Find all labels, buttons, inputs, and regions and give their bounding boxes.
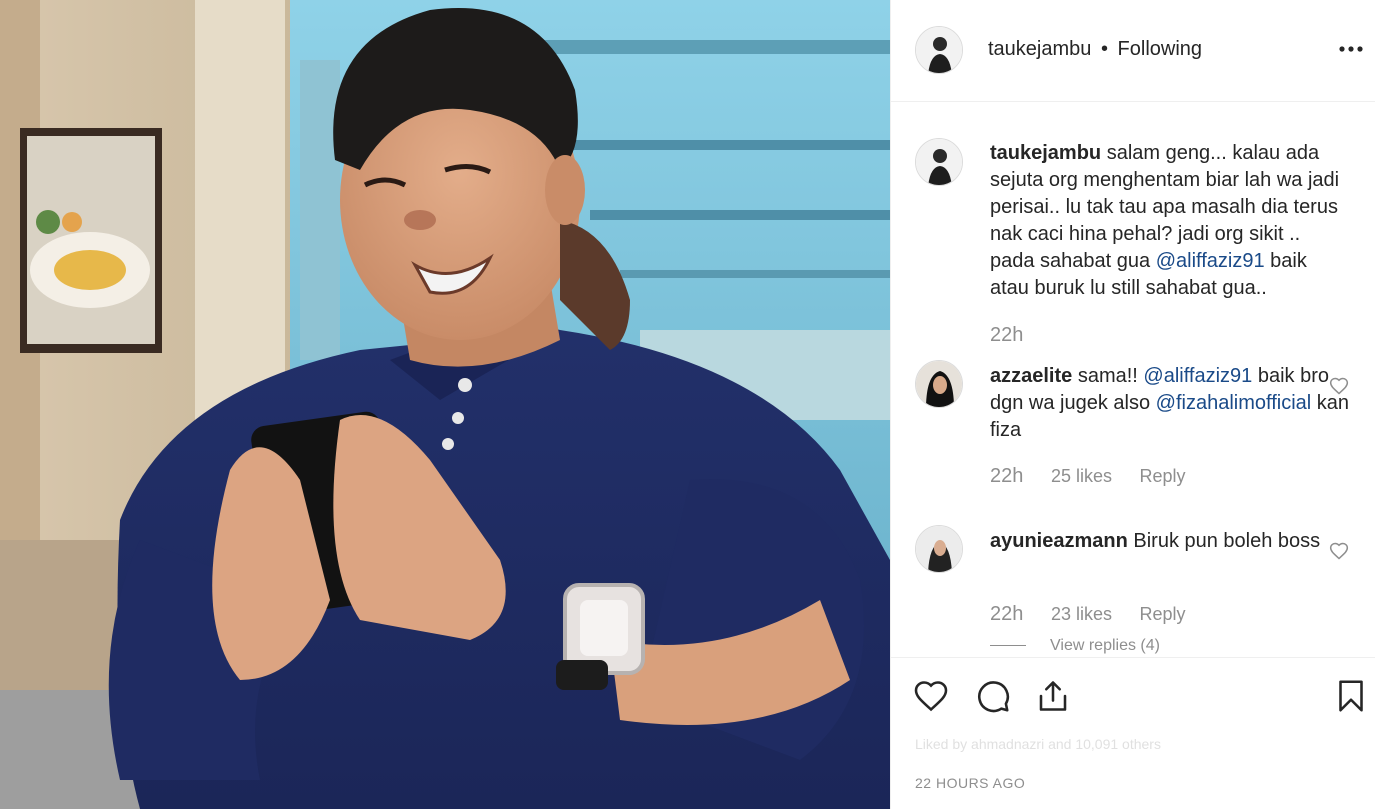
bookmark-icon[interactable] — [1333, 678, 1369, 714]
liked-by-text[interactable]: Liked by ahmadnazri and 10,091 others — [915, 736, 1355, 754]
comment-meta: 22h 25 likes Reply — [990, 465, 1208, 488]
caption-username[interactable]: taukejambu — [990, 142, 1101, 164]
caption-text: taukejambu salam geng... kalau ada sejut… — [990, 140, 1350, 302]
view-replies-line — [990, 645, 1026, 647]
comment-body: Biruk pun boleh boss — [1127, 530, 1321, 552]
caption-avatar[interactable] — [915, 138, 963, 186]
post-photo[interactable] — [0, 0, 890, 809]
more-options-icon[interactable] — [1338, 36, 1364, 62]
post-actions: Liked by ahmadnazri and 10,091 others 22… — [891, 657, 1375, 809]
separator-dot: • — [1100, 38, 1108, 60]
post-header: taukejambu • Following — [891, 0, 1375, 102]
comment-text: ayunieazmann Biruk pun boleh boss — [990, 528, 1350, 555]
commenter-avatar[interactable] — [915, 525, 963, 573]
comment-reply-button[interactable]: Reply — [1140, 604, 1186, 624]
comment-like-heart-icon[interactable] — [1329, 541, 1349, 561]
comment-reply-button[interactable]: Reply — [1140, 466, 1186, 486]
comment-time[interactable]: 22h — [990, 603, 1023, 625]
commenter-avatar[interactable] — [915, 360, 963, 408]
comment-body-1: sama!! — [1072, 365, 1144, 387]
comment-text: azzaelite sama!! @aliffaziz91 baik bro d… — [990, 363, 1350, 444]
view-replies-label: View replies (4) — [1050, 637, 1160, 654]
comments-list[interactable]: taukejambu salam geng... kalau ada sejut… — [891, 103, 1375, 655]
comment-bubble-icon[interactable] — [975, 678, 1011, 714]
comment-likes[interactable]: 23 likes — [1051, 604, 1112, 624]
follow-button[interactable]: Following — [1118, 38, 1202, 60]
header-user-line: taukejambu • Following — [988, 38, 1202, 61]
comment-username[interactable]: ayunieazmann — [990, 530, 1128, 552]
post-timestamp[interactable]: 22 HOURS AGO — [915, 775, 1025, 791]
author-username[interactable]: taukejambu — [988, 38, 1091, 60]
caption-mention[interactable]: @aliffaziz91 — [1156, 250, 1265, 272]
caption-meta: 22h — [990, 324, 1045, 347]
post-side-panel: taukejambu • Following taukejambu salam … — [890, 0, 1375, 809]
comment-like-heart-icon[interactable] — [1329, 376, 1349, 396]
comment-meta: 22h 23 likes Reply — [990, 603, 1208, 626]
comment-mention-2[interactable]: @fizahalimofficial — [1156, 392, 1312, 414]
share-icon[interactable] — [1035, 678, 1071, 714]
comment-username[interactable]: azzaelite — [990, 365, 1072, 387]
post-image — [0, 0, 890, 809]
comment-time[interactable]: 22h — [990, 465, 1023, 487]
view-replies-button[interactable]: View replies (4) — [990, 637, 1160, 655]
author-avatar[interactable] — [915, 26, 963, 74]
comment-mention-1[interactable]: @aliffaziz91 — [1143, 365, 1252, 387]
caption-time[interactable]: 22h — [990, 324, 1023, 346]
comment-likes[interactable]: 25 likes — [1051, 466, 1112, 486]
heart-icon[interactable] — [913, 678, 949, 714]
